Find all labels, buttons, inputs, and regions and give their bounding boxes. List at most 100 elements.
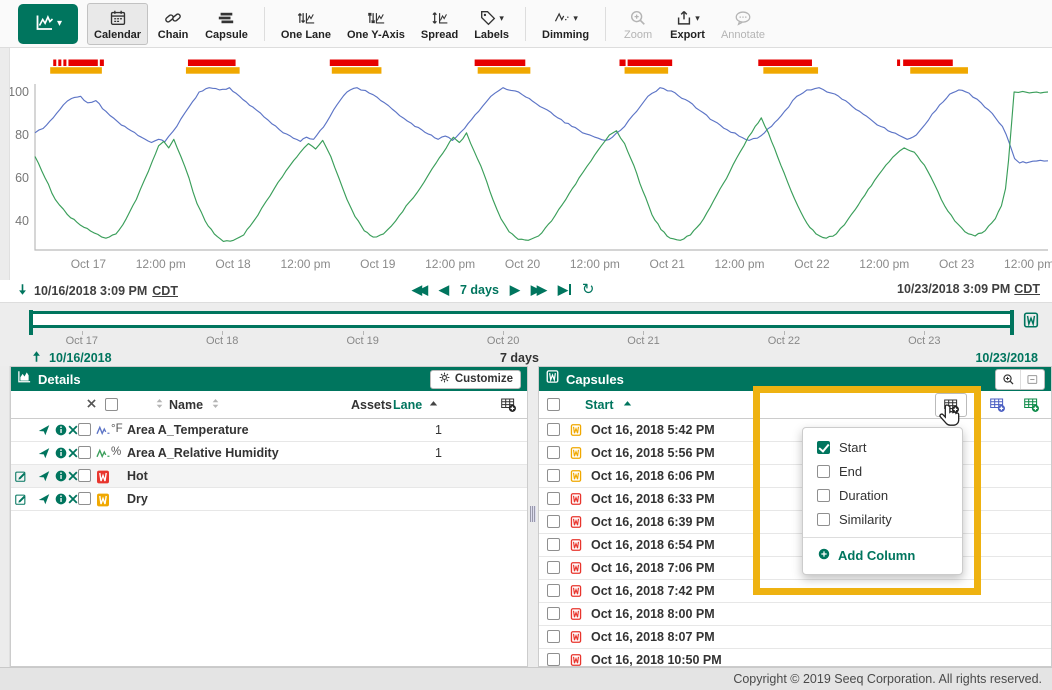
duration-label[interactable]: 7 days (460, 283, 499, 297)
menu-item-start[interactable]: Start (803, 435, 962, 459)
capsule-row[interactable]: Oct 16, 2018 5:42 PM (539, 419, 1051, 442)
hot-capsule-bar[interactable] (330, 60, 379, 67)
item-name[interactable]: Hot (127, 469, 148, 483)
pin-icon[interactable] (37, 423, 51, 437)
capsule-checkbox[interactable] (547, 584, 560, 597)
toolbar-button-spread[interactable]: Spread (414, 3, 465, 45)
series-humidity[interactable] (35, 91, 1048, 241)
series-temperature[interactable] (35, 88, 1048, 163)
toolbar-button-one-lane[interactable]: One Lane (274, 3, 338, 45)
hot-capsule-bar[interactable] (100, 60, 104, 67)
dry-capsule-bar[interactable] (50, 67, 102, 74)
details-row-area-a-temperature[interactable]: °FArea A_Temperature1 (11, 419, 527, 442)
range-slider-right-handle[interactable] (1010, 310, 1014, 335)
add-column-icon[interactable] (500, 396, 517, 416)
display-range-end[interactable]: 10/23/2018 3:09 PM CDT (897, 282, 1040, 296)
menu-item-end[interactable]: End (803, 459, 962, 483)
capsule-checkbox[interactable] (547, 469, 560, 482)
collapse-panel-icon[interactable] (1020, 370, 1044, 389)
assets-column-header[interactable]: Assets (351, 398, 392, 412)
step-back-full-icon[interactable]: ◀◀ (412, 281, 428, 299)
customize-button[interactable]: Customize (430, 370, 521, 389)
edit-icon[interactable] (14, 492, 28, 506)
hot-capsule-bar[interactable] (58, 60, 61, 67)
panel-splitter[interactable] (528, 366, 538, 667)
step-back-half-icon[interactable]: ◀ (439, 281, 449, 299)
item-name[interactable]: Area A_Relative Humidity (127, 446, 279, 460)
add-stat-column-icon[interactable] (989, 396, 1006, 416)
dry-capsule-bar[interactable] (332, 67, 382, 74)
scrubber-start[interactable]: 10/16/2018 (30, 349, 112, 367)
details-row-dry[interactable]: Dry (11, 488, 527, 511)
capsule-row[interactable]: Oct 16, 2018 7:42 PM (539, 580, 1051, 603)
capsule-row[interactable]: Oct 16, 2018 8:00 PM (539, 603, 1051, 626)
capsule-checkbox[interactable] (547, 538, 560, 551)
hot-capsule-bar[interactable] (620, 60, 626, 67)
hot-capsule-bar[interactable] (897, 60, 900, 67)
capsule-time-icon[interactable] (1022, 311, 1040, 329)
step-forward-half-icon[interactable]: ▶ (510, 281, 520, 299)
toolbar-button-capsule[interactable]: Capsule (198, 3, 255, 45)
capsule-checkbox[interactable] (547, 492, 560, 505)
dry-capsule-bar[interactable] (478, 67, 531, 74)
capsule-checkbox[interactable] (547, 607, 560, 620)
step-to-end-icon[interactable]: ▶ (558, 281, 571, 299)
row-checkbox[interactable] (78, 446, 91, 459)
menu-checkbox[interactable] (817, 465, 830, 478)
toolbar-button-dimming[interactable]: ▾Dimming (535, 3, 596, 45)
select-all-checkbox[interactable] (105, 398, 118, 411)
capsule-row[interactable]: Oct 16, 2018 6:06 PM (539, 465, 1051, 488)
dry-capsule-bar[interactable] (763, 67, 818, 74)
dry-capsule-bar[interactable] (625, 67, 669, 74)
capsule-row[interactable]: Oct 16, 2018 8:07 PM (539, 626, 1051, 649)
start-column-header[interactable]: Start (585, 398, 613, 412)
capsule-row[interactable]: Oct 16, 2018 7:06 PM (539, 557, 1051, 580)
menu-checkbox[interactable] (817, 489, 830, 502)
start-datetime[interactable]: 10/16/2018 3:09 PM (34, 284, 147, 298)
menu-checkbox[interactable] (817, 513, 830, 526)
splitter-grip-icon[interactable] (530, 506, 536, 522)
hot-capsule-bar[interactable] (53, 60, 56, 67)
range-slider-track[interactable] (30, 311, 1013, 328)
name-column-header[interactable]: Name (169, 398, 203, 412)
hot-capsule-bar[interactable] (475, 60, 526, 67)
edit-icon[interactable] (14, 469, 28, 483)
timezone-link[interactable]: CDT (1014, 282, 1040, 296)
item-name[interactable]: Area A_Temperature (127, 423, 249, 437)
toolbar-button-labels[interactable]: ▾Labels (467, 3, 516, 45)
refresh-icon[interactable]: ↻ (582, 281, 595, 299)
row-checkbox[interactable] (78, 423, 91, 436)
pin-icon[interactable] (37, 469, 51, 483)
trend-view-menu-button[interactable]: ▾ (18, 4, 78, 44)
toolbar-button-chain[interactable]: Chain (150, 3, 196, 45)
capsule-checkbox[interactable] (547, 515, 560, 528)
zoom-to-capsule-icon[interactable] (996, 370, 1020, 389)
capsule-checkbox[interactable] (547, 446, 560, 459)
timezone-link[interactable]: CDT (152, 284, 178, 298)
hot-capsule-bar[interactable] (68, 60, 97, 67)
pin-icon[interactable] (37, 492, 51, 506)
capsule-row[interactable]: Oct 16, 2018 6:39 PM (539, 511, 1051, 534)
step-forward-full-icon[interactable]: ▶▶ (531, 281, 547, 299)
capsule-checkbox[interactable] (547, 653, 560, 666)
hot-capsule-bar[interactable] (758, 60, 812, 67)
remove-all-icon[interactable] (85, 397, 98, 413)
toolbar-button-calendar[interactable]: Calendar (87, 3, 148, 45)
menu-checkbox[interactable] (817, 441, 830, 454)
pin-icon[interactable] (37, 446, 51, 460)
add-column-menu-item[interactable]: Add Column (803, 543, 962, 567)
sort-icon[interactable] (209, 397, 222, 413)
range-slider-left-handle[interactable] (29, 310, 33, 335)
choose-columns-button[interactable] (935, 393, 967, 417)
select-all-capsules-checkbox[interactable] (547, 398, 560, 411)
capsule-checkbox[interactable] (547, 630, 560, 643)
toolbar-button-export[interactable]: ▾Export (663, 3, 712, 45)
capsule-row[interactable]: Oct 16, 2018 6:54 PM (539, 534, 1051, 557)
capsule-checkbox[interactable] (547, 423, 560, 436)
menu-item-duration[interactable]: Duration (803, 483, 962, 507)
row-checkbox[interactable] (78, 492, 91, 505)
lane-column-header[interactable]: Lane (393, 398, 422, 412)
capsule-checkbox[interactable] (547, 561, 560, 574)
item-name[interactable]: Dry (127, 492, 148, 506)
capsule-row[interactable]: Oct 16, 2018 10:50 PM (539, 649, 1051, 667)
